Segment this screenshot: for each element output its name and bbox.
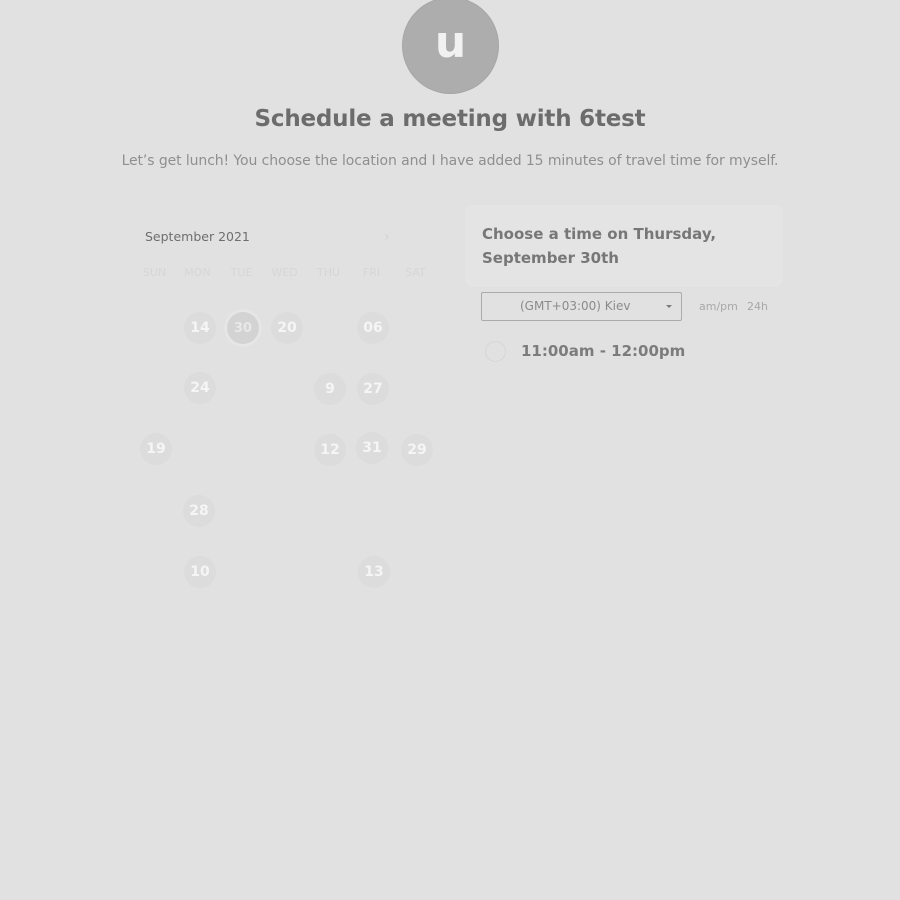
calendar-day[interactable]: 31 xyxy=(356,432,388,464)
calendar-weekdays: SUN MON TUE WED THU FRI SAT xyxy=(133,266,438,286)
weekday-label: THU xyxy=(316,266,341,279)
timezone-select[interactable]: (GMT+03:00) Kiev xyxy=(481,292,682,321)
calendar-month-label: September 2021 xyxy=(145,229,250,244)
weekday-label: WED xyxy=(271,266,298,279)
calendar-day[interactable]: 19 xyxy=(140,433,172,465)
calendar-day[interactable]: 20 xyxy=(271,312,303,344)
avatar: u xyxy=(403,0,498,93)
format-12h-toggle[interactable]: am/pm xyxy=(699,300,738,313)
calendar-day[interactable]: 24 xyxy=(184,372,216,404)
calendar-day[interactable]: 14 xyxy=(184,312,216,344)
weekday-label: MON xyxy=(184,266,211,279)
calendar-day[interactable]: 12 xyxy=(314,434,346,466)
choose-time-heading: Choose a time on Thursday, September 30t… xyxy=(482,225,717,267)
weekday-label: TUE xyxy=(230,266,253,279)
calendar-day[interactable]: 13 xyxy=(358,556,390,588)
weekday-label: SAT xyxy=(405,266,426,279)
format-24h-toggle[interactable]: 24h xyxy=(747,300,768,313)
calendar-day[interactable]: 9 xyxy=(314,373,346,405)
weekday-label: FRI xyxy=(362,266,381,279)
calendar-day[interactable]: 28 xyxy=(183,495,215,527)
caret-down-icon xyxy=(666,305,672,308)
calendar-day[interactable]: 10 xyxy=(184,556,216,588)
calendar-day[interactable]: 27 xyxy=(357,373,389,405)
weekday-label: SUN xyxy=(142,266,167,279)
time-slot-label[interactable]: 11:00am - 12:00pm xyxy=(521,342,685,360)
calendar-day-selected[interactable]: 30 xyxy=(224,309,262,347)
time-slot-radio[interactable] xyxy=(485,341,506,362)
chevron-right-icon[interactable]: › xyxy=(384,229,390,245)
avatar-letter: u xyxy=(434,17,467,68)
calendar-day[interactable]: 29 xyxy=(401,434,433,466)
calendar-day[interactable]: 06 xyxy=(357,312,389,344)
timezone-value: (GMT+03:00) Kiev xyxy=(520,299,631,313)
scheduling-page: u Schedule a meeting with 6test Let’s ge… xyxy=(0,0,900,900)
page-title: Schedule a meeting with 6test xyxy=(254,106,646,132)
page-subtitle: Let’s get lunch! You choose the location… xyxy=(121,153,779,169)
